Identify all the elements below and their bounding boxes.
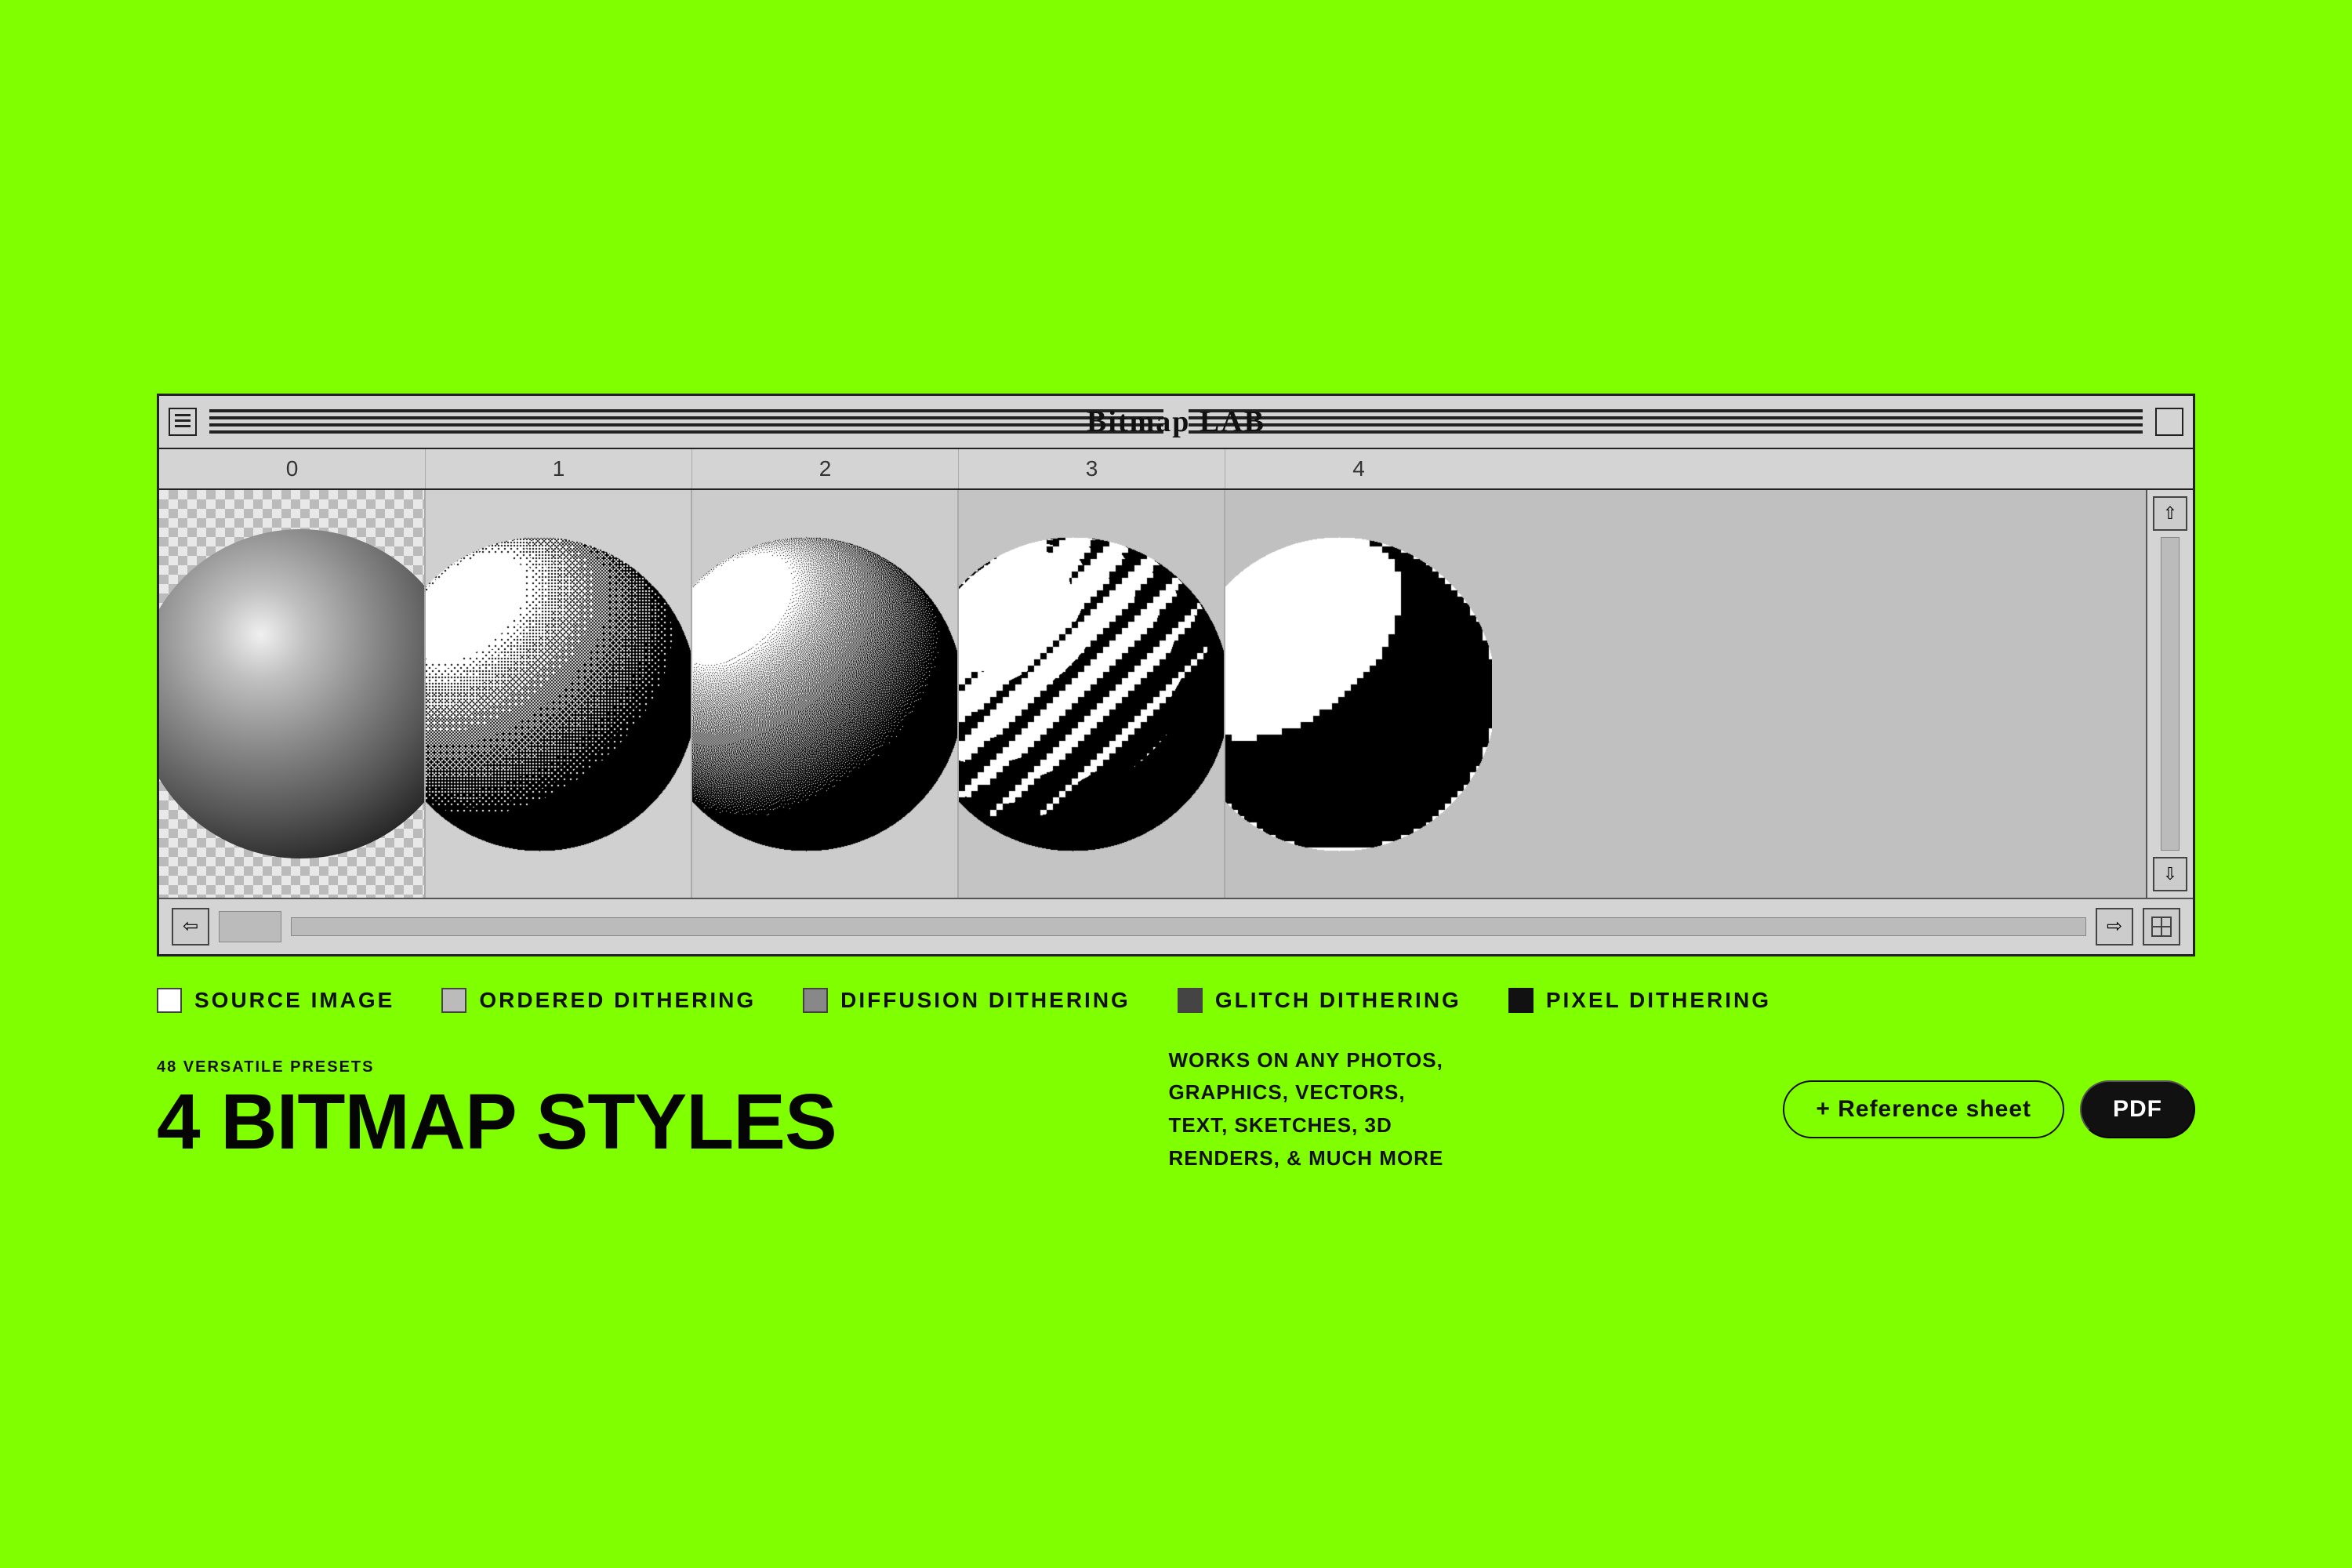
ordered-dither-canvas <box>426 490 692 898</box>
legend-swatch-glitch <box>1178 988 1203 1013</box>
legend-label-glitch: GLITCH DITHERING <box>1215 988 1461 1013</box>
title-line <box>1189 416 2143 419</box>
diffusion-dither-canvas <box>692 490 959 898</box>
legend-item-source: SOURCE IMAGE <box>157 988 394 1013</box>
col-header-1: 1 <box>426 449 692 488</box>
toolbar-scroll-track[interactable] <box>291 917 2086 936</box>
scrollbar-vertical[interactable]: ⇧ ⇩ <box>2146 490 2193 898</box>
col-header-3: 3 <box>959 449 1225 488</box>
window-title: Bitmap LAB <box>1087 405 1265 439</box>
legend-label-pixel: PIXEL DITHERING <box>1546 988 1771 1013</box>
legend-label-source: SOURCE IMAGE <box>194 988 394 1013</box>
scroll-right-button[interactable]: ⇨ <box>2096 908 2133 946</box>
source-sphere-container <box>159 490 424 898</box>
window-titlebar: Bitmap LAB <box>159 396 2193 449</box>
bottom-description: WORKS ON ANY PHOTOS, GRAPHICS, VECTORS, … <box>1169 1044 1451 1174</box>
ref-sheet-button[interactable]: + Reference sheet <box>1783 1080 2064 1138</box>
bottom-section: 48 VERSATILE PRESETS 4 BITMAP STYLES WOR… <box>157 1044 2195 1174</box>
legend-item-diffusion: DIFFUSION DITHERING <box>803 988 1131 1013</box>
toolbar-corner-icon[interactable] <box>2143 908 2180 946</box>
description-line1: WORKS ON ANY PHOTOS, GRAPHICS, VECTORS, <box>1169 1048 1443 1105</box>
resize-icon <box>2151 916 2172 938</box>
window-menu-icon[interactable] <box>169 408 197 436</box>
legend-swatch-ordered <box>441 988 466 1013</box>
legend-item-ordered: ORDERED DITHERING <box>441 988 756 1013</box>
window-toolbar: ⇦ ⇨ <box>159 898 2193 954</box>
bottom-right: + Reference sheet PDF <box>1783 1080 2195 1138</box>
main-title: 4 BITMAP STYLES <box>157 1083 837 1161</box>
scroll-up-icon: ⇧ <box>2163 503 2177 524</box>
legend: SOURCE IMAGE ORDERED DITHERING DIFFUSION… <box>157 988 2195 1013</box>
window-close-icon[interactable] <box>2155 408 2183 436</box>
col-header-4: 4 <box>1225 449 1492 488</box>
panel-diffusion <box>692 490 959 898</box>
panel-source <box>159 490 426 898</box>
bottom-left: 48 VERSATILE PRESETS 4 BITMAP STYLES <box>157 1058 837 1161</box>
pdf-button[interactable]: PDF <box>2080 1080 2195 1138</box>
scroll-down-icon: ⇩ <box>2163 864 2177 884</box>
col-header-2: 2 <box>692 449 959 488</box>
panel-ordered <box>426 490 692 898</box>
panels-inner <box>159 490 2146 898</box>
title-line <box>209 430 1163 434</box>
title-line <box>1189 409 2143 412</box>
legend-item-glitch: GLITCH DITHERING <box>1178 988 1461 1013</box>
title-right-lines <box>1189 409 2143 434</box>
legend-swatch-source <box>157 988 182 1013</box>
title-left-lines <box>209 409 1163 434</box>
legend-swatch-diffusion <box>803 988 828 1013</box>
panel-glitch <box>959 490 1225 898</box>
title-line <box>209 416 1163 419</box>
scroll-left-button[interactable]: ⇦ <box>172 908 209 946</box>
title-line <box>209 423 1163 426</box>
title-left-controls <box>169 408 197 436</box>
scroll-down-button[interactable]: ⇩ <box>2153 857 2187 891</box>
scroll-right-icon: ⇨ <box>2107 915 2122 938</box>
toolbar-scroll-thumb[interactable] <box>219 911 281 942</box>
scroll-up-button[interactable]: ⇧ <box>2153 496 2187 531</box>
pixel-dither-canvas <box>1225 490 1492 898</box>
window: Bitmap LAB 0 1 2 3 4 <box>157 394 2195 956</box>
legend-item-pixel: PIXEL DITHERING <box>1508 988 1771 1013</box>
title-line <box>1189 423 2143 426</box>
presets-label: 48 VERSATILE PRESETS <box>157 1058 837 1076</box>
legend-label-ordered: ORDERED DITHERING <box>479 988 756 1013</box>
page-wrapper: Bitmap LAB 0 1 2 3 4 <box>55 55 2297 1513</box>
description-line2: TEXT, SKETCHES, 3D RENDERS, & MUCH MORE <box>1169 1113 1444 1170</box>
scroll-left-icon: ⇦ <box>183 915 198 938</box>
legend-label-diffusion: DIFFUSION DITHERING <box>840 988 1131 1013</box>
column-headers: 0 1 2 3 4 <box>159 449 2193 490</box>
legend-swatch-pixel <box>1508 988 1534 1013</box>
glitch-dither-canvas <box>959 490 1225 898</box>
window-content: ⇧ ⇩ <box>159 490 2193 898</box>
title-line <box>209 409 1163 412</box>
scroll-track[interactable] <box>2161 537 2180 851</box>
col-header-0: 0 <box>159 449 426 488</box>
panel-pixel <box>1225 490 2146 898</box>
title-line <box>1189 430 2143 434</box>
source-sphere <box>159 529 426 858</box>
